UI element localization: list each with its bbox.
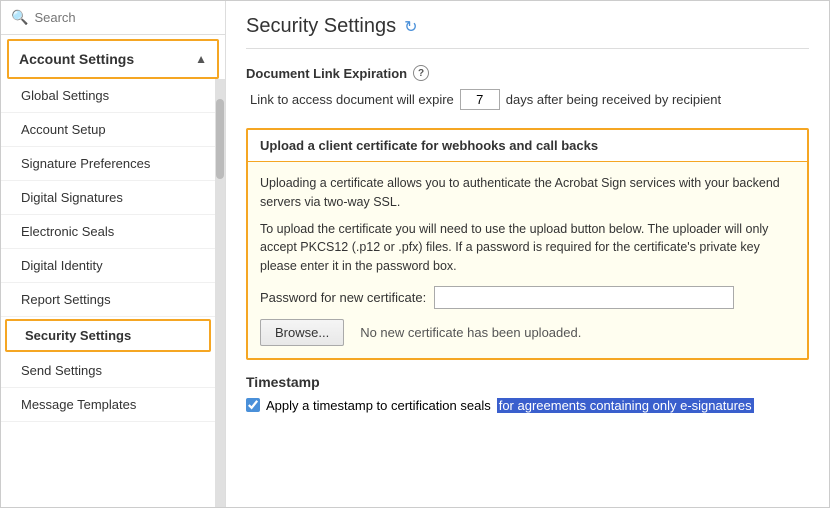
account-settings-section: Account Settings ▲ [7,39,219,79]
sidebar-item-account-setup[interactable]: Account Setup [1,113,215,147]
account-settings-header[interactable]: Account Settings ▲ [9,41,217,77]
main-content: Security Settings ↻ Document Link Expira… [226,1,829,507]
sidebar-content: Global SettingsAccount SetupSignature Pr… [1,79,225,507]
sidebar-item-message-templates[interactable]: Message Templates [1,388,215,422]
sidebar-item-signature-preferences[interactable]: Signature Preferences [1,147,215,181]
checkbox-label-before: Apply a timestamp to certification seals [266,398,491,413]
sidebar-item-global-settings[interactable]: Global Settings [1,79,215,113]
cert-desc-1: Uploading a certificate allows you to au… [260,174,795,212]
scrollbar-track[interactable] [215,79,225,507]
sidebar-item-digital-identity[interactable]: Digital Identity [1,249,215,283]
cert-description: Uploading a certificate allows you to au… [260,174,795,276]
sidebar-nav: Global SettingsAccount SetupSignature Pr… [1,79,215,507]
sidebar-item-digital-signatures[interactable]: Digital Signatures [1,181,215,215]
expiry-text-before: Link to access document will expire [250,92,454,107]
doc-link-expiration-section: Document Link Expiration ? Link to acces… [246,65,809,110]
page-header: Security Settings ↻ [246,15,809,49]
account-settings-label: Account Settings [19,51,134,67]
cert-box-header: Upload a client certificate for webhooks… [248,130,807,162]
browse-button[interactable]: Browse... [260,319,344,346]
search-icon: 🔍 [11,9,28,26]
page-title: Security Settings [246,15,396,38]
no-cert-text: No new certificate has been uploaded. [360,325,581,340]
sidebar-item-electronic-seals[interactable]: Electronic Seals [1,215,215,249]
scrollbar-thumb[interactable] [216,99,224,179]
cert-form-row: Password for new certificate: [260,286,795,309]
sidebar-item-report-settings[interactable]: Report Settings [1,283,215,317]
doc-link-label: Document Link Expiration [246,66,407,81]
cert-section: Upload a client certificate for webhooks… [246,128,809,360]
cert-password-label: Password for new certificate: [260,290,426,305]
sidebar-item-security-settings[interactable]: Security Settings [5,319,211,352]
cert-box-body: Uploading a certificate allows you to au… [248,162,807,358]
expiry-days-input[interactable] [460,89,500,110]
section-label: Document Link Expiration ? [246,65,809,81]
timestamp-checkbox-row: Apply a timestamp to certification seals… [246,398,809,413]
browse-row: Browse... No new certificate has been up… [260,319,795,346]
checkbox-label-highlighted: for agreements containing only e-signatu… [497,398,754,413]
timestamp-section: Timestamp Apply a timestamp to certifica… [246,374,809,413]
expiry-row: Link to access document will expire days… [250,89,809,110]
refresh-icon[interactable]: ↻ [404,17,417,37]
search-input[interactable] [34,10,215,25]
timestamp-title: Timestamp [246,374,809,390]
cert-desc-2: To upload the certificate you will need … [260,220,795,276]
timestamp-checkbox[interactable] [246,398,260,412]
chevron-up-icon: ▲ [195,52,207,66]
search-box[interactable]: 🔍 [1,1,225,35]
help-icon[interactable]: ? [413,65,429,81]
cert-password-input[interactable] [434,286,734,309]
sidebar-item-send-settings[interactable]: Send Settings [1,354,215,388]
expiry-text-after: days after being received by recipient [506,92,721,107]
